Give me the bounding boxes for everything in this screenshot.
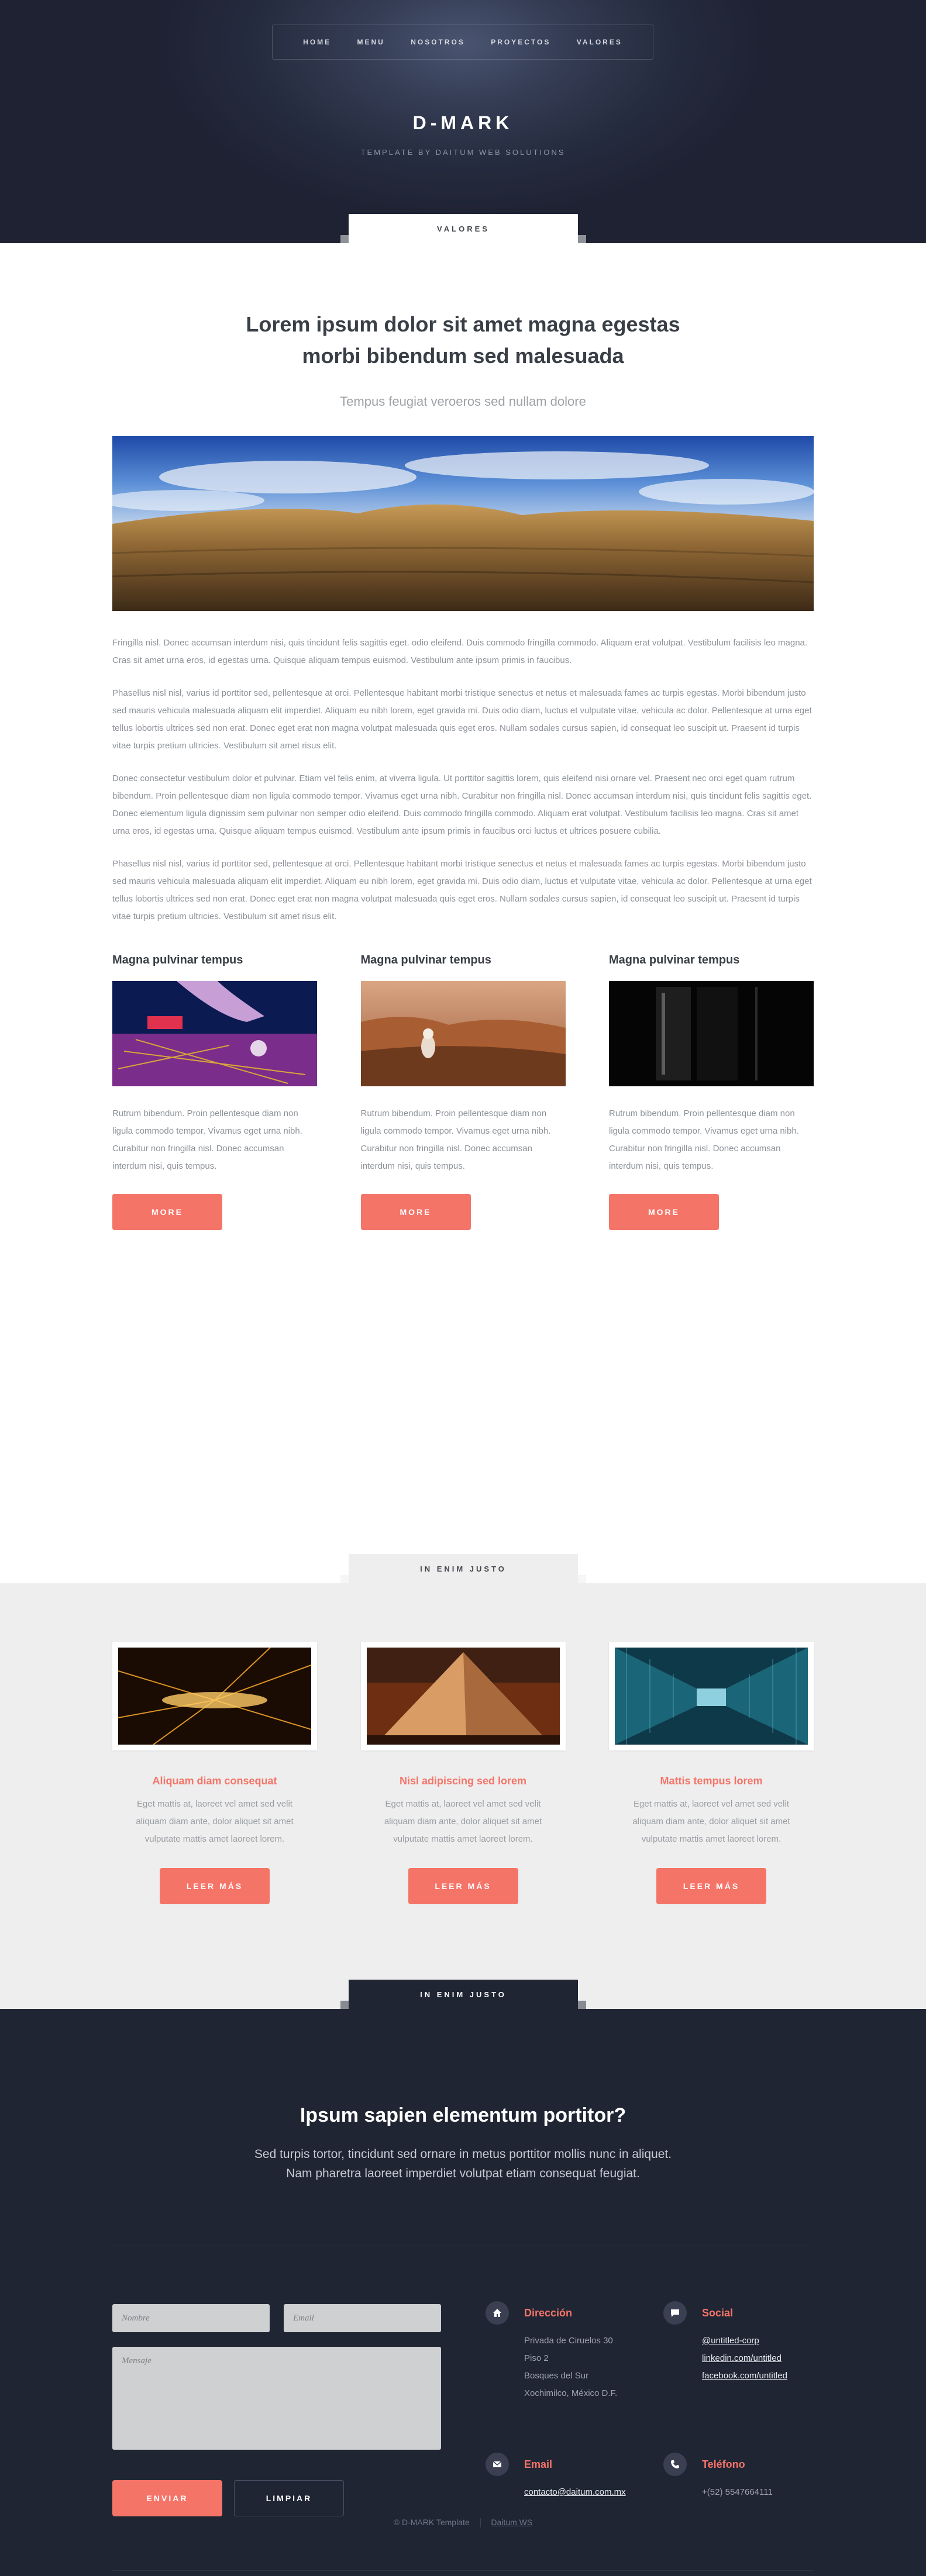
social-block: Social @untitled-corp linkedin.com/untit… — [663, 2301, 839, 2385]
feature-text: Rutrum bibendum. Proin pellentesque diam… — [112, 1109, 302, 1171]
body-paragraphs: Fringilla nisl. Donec accumsan interdum … — [112, 634, 814, 926]
contact-section: IN ENIM JUSTO Ipsum sapien elementum por… — [0, 1980, 926, 2576]
feature-more-button[interactable]: MORE — [112, 1194, 222, 1230]
feature-more-button[interactable]: MORE — [360, 1194, 471, 1230]
name-field[interactable]: Nombre — [112, 2304, 270, 2332]
section-tab-contact: IN ENIM JUSTO — [340, 1980, 586, 2009]
phone-icon — [663, 2453, 687, 2476]
site-tagline: TEMPLATE BY DAITUM WEB SOLUTIONS — [360, 148, 566, 157]
contact-form: Nombre Email Mensaje ENVIAR LIMPIAR — [112, 2304, 441, 2516]
phone-block: Teléfono +(52) 5547664111 — [663, 2453, 839, 2501]
email-title: Email — [524, 2458, 553, 2470]
feature-title: Magna pulvinar tempus — [609, 954, 740, 966]
nav-home[interactable]: HOME — [303, 38, 331, 46]
desert-panorama-image — [112, 436, 814, 611]
nav-menu[interactable]: MENU — [357, 38, 385, 46]
image-frame — [112, 1642, 317, 1750]
circuit-hand-image — [112, 981, 317, 1086]
phone-number: +(52) 5547664111 — [702, 2487, 773, 2497]
read-more-button[interactable]: LEER MÁS — [160, 1868, 270, 1904]
message-field[interactable]: Mensaje — [112, 2347, 441, 2450]
feature-text: Rutrum bibendum. Proin pellentesque diam… — [360, 1109, 551, 1171]
feature-columns: Magna pulvinar tempus Rutrum bibendum. P… — [112, 954, 814, 1230]
service-title: Mattis tempus lorem — [660, 1775, 763, 1787]
email-block: Email contacto@daitum.com.mx — [486, 2453, 661, 2501]
feature-title: Magna pulvinar tempus — [112, 954, 243, 966]
read-more-button[interactable]: LEER MÁS — [408, 1868, 518, 1904]
paragraph: Donec consectetur vestibulum dolor et pu… — [112, 774, 812, 836]
address-block: Dirección Privada de Ciruelos 30 Piso 2 … — [486, 2301, 661, 2402]
social-link-linkedin[interactable]: linkedin.com/untitled — [702, 2353, 782, 2363]
address-line: Piso 2 — [524, 2353, 549, 2363]
nav-proyectos[interactable]: PROYECTOS — [491, 38, 550, 46]
section-tab-in-enim-justo: IN ENIM JUSTO — [340, 1554, 586, 1583]
service-text: Eget mattis at, laoreet vel amet sed vel… — [384, 1799, 542, 1844]
read-more-button[interactable]: LEER MÁS — [656, 1868, 766, 1904]
main-content: Lorem ipsum dolor sit amet magna egestas… — [0, 243, 926, 1583]
email-link[interactable]: contacto@daitum.com.mx — [524, 2487, 626, 2497]
social-link-twitter[interactable]: @untitled-corp — [702, 2336, 759, 2346]
phone-title: Teléfono — [702, 2458, 745, 2470]
service-card: Mattis tempus lorem Eget mattis at, laor… — [609, 1642, 814, 1904]
feature-more-button[interactable]: MORE — [609, 1194, 719, 1230]
address-line: Privada de Ciruelos 30 — [524, 2336, 613, 2346]
address-title: Dirección — [524, 2307, 573, 2319]
email-field[interactable]: Email — [284, 2304, 441, 2332]
nav-valores[interactable]: VALORES — [577, 38, 622, 46]
contact-lead: Sed turpis tortor, tincidunt sed ornare … — [0, 2145, 926, 2183]
paragraph: Fringilla nisl. Donec accumsan interdum … — [112, 638, 808, 665]
light-rays-image — [118, 1648, 311, 1745]
footer-separator — [480, 2518, 481, 2528]
service-title: Aliquam diam consequat — [152, 1775, 277, 1787]
paragraph: Phasellus nisl nisl, varius id porttitor… — [112, 688, 812, 751]
contact-lead-line: Nam pharetra laoreet imperdiet volutpat … — [286, 2167, 640, 2180]
service-text: Eget mattis at, laoreet vel amet sed vel… — [632, 1799, 790, 1844]
feature-card: Magna pulvinar tempus Rutrum bibendum. P… — [360, 954, 566, 1230]
nav-nosotros[interactable]: NOSOTROS — [411, 38, 465, 46]
service-cards: Aliquam diam consequat Eget mattis at, l… — [112, 1642, 814, 1904]
server-room-image — [615, 1648, 808, 1745]
chat-bubble-icon — [663, 2301, 687, 2325]
feature-title: Magna pulvinar tempus — [360, 954, 491, 966]
image-frame — [360, 1642, 566, 1750]
service-text: Eget mattis at, laoreet vel amet sed vel… — [136, 1799, 294, 1844]
feature-card: Magna pulvinar tempus Rutrum bibendum. P… — [112, 954, 317, 1230]
service-card: Aliquam diam consequat Eget mattis at, l… — [112, 1642, 317, 1904]
copyright-text: © D-MARK Template — [393, 2518, 470, 2527]
image-frame — [609, 1642, 814, 1750]
envelope-icon — [486, 2453, 509, 2476]
dark-doorway-image — [609, 981, 814, 1086]
address-line: Xochimilco, México D.F. — [524, 2388, 618, 2398]
clear-button[interactable]: LIMPIAR — [234, 2480, 344, 2516]
hero-header: HOME MENU NOSOTROS PROYECTOS VALORES D-M… — [0, 0, 926, 243]
mars-landscape-image — [360, 981, 566, 1086]
social-title: Social — [702, 2307, 734, 2319]
page-title: Lorem ipsum dolor sit amet magna egestas… — [246, 312, 680, 368]
page-subtitle: Tempus feugiat veroeros sed nullam dolor… — [340, 394, 586, 409]
service-title: Nisl adipiscing sed lorem — [399, 1775, 527, 1787]
address-line: Bosques del Sur — [524, 2371, 589, 2381]
top-navigation: HOME MENU NOSOTROS PROYECTOS VALORES — [272, 25, 653, 60]
divider — [112, 2570, 814, 2571]
contact-title: Ipsum sapien elementum portitor? — [300, 2104, 626, 2126]
feature-card: Magna pulvinar tempus Rutrum bibendum. P… — [609, 954, 814, 1230]
social-link-facebook[interactable]: facebook.com/untitled — [702, 2371, 787, 2381]
feature-text: Rutrum bibendum. Proin pellentesque diam… — [609, 1109, 799, 1171]
site-logo[interactable]: D-MARK — [0, 112, 926, 134]
section-tab-valores: VALORES — [340, 214, 586, 243]
paragraph: Phasellus nisl nisl, varius id porttitor… — [112, 859, 812, 921]
pyramid-image — [366, 1648, 560, 1745]
services-section: IN ENIM JUSTO Aliquam diam consequat Ege… — [0, 1554, 926, 2009]
send-button[interactable]: ENVIAR — [112, 2480, 222, 2516]
contact-lead-line: Sed turpis tortor, tincidunt sed ornare … — [254, 2147, 672, 2161]
service-card: Nisl adipiscing sed lorem Eget mattis at… — [360, 1642, 566, 1904]
credit-link[interactable]: Daitum WS — [491, 2518, 532, 2527]
home-icon — [486, 2301, 509, 2325]
